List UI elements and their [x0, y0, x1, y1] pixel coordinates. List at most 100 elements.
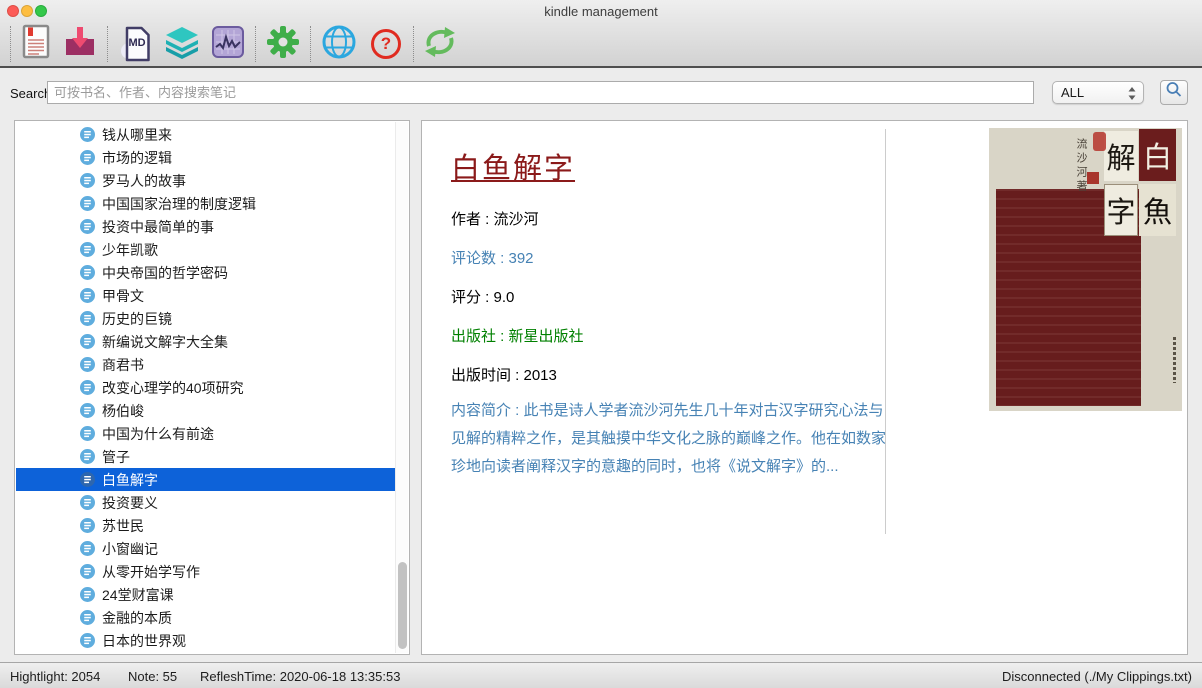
book-list: 钱从哪里来 市场的逻辑 罗马人的故事 [16, 123, 395, 653]
status-connection: Disconnected (./My Clippings.txt) [1002, 669, 1192, 684]
scrollbar-thumb[interactable] [398, 562, 407, 649]
refresh-sync-icon [421, 25, 459, 64]
list-item[interactable]: 中国国家治理的制度逻辑 [16, 192, 395, 215]
field-comments: 评论数 : 392 [451, 247, 534, 268]
help-button[interactable]: ? [366, 24, 406, 64]
list-item-label: 从零开始学写作 [102, 562, 200, 582]
stats-button[interactable] [208, 24, 248, 64]
web-globe-icon [321, 24, 357, 65]
import-button[interactable] [60, 24, 100, 64]
book-document-icon [80, 242, 95, 257]
window-title: kindle management [0, 4, 1202, 19]
settings-button[interactable] [263, 24, 303, 64]
status-bar: Hightlight: 2054 Note: 55 RefleshTime: 2… [0, 662, 1202, 688]
list-item-label: 钱从哪里来 [102, 125, 172, 145]
list-item[interactable]: 新编说文解字大全集 [16, 330, 395, 353]
help-glyph: ? [381, 34, 391, 54]
book-document-icon [80, 449, 95, 464]
book-document-icon [80, 173, 95, 188]
list-item-label: 日本的世界观 [102, 631, 186, 651]
list-item[interactable]: 管子 [16, 445, 395, 468]
list-item[interactable]: 从零开始学写作 [16, 560, 395, 583]
toolbar-separator [10, 26, 11, 62]
cover-publisher-mark [1173, 337, 1176, 383]
book-cover-image: 解 白 字 魚 流沙河著 [989, 128, 1182, 411]
layers-button[interactable] [162, 24, 202, 64]
list-item-label: 甲骨文 [102, 286, 144, 306]
layers-icon [164, 25, 200, 64]
filter-dropdown[interactable]: ALL [1052, 81, 1144, 104]
book-document-icon [80, 127, 95, 142]
list-item[interactable]: 苏世民 [16, 514, 395, 537]
cover-author-signature: 流沙河著 [1073, 138, 1089, 194]
book-detail-panel: 白鱼解字 作者 : 流沙河 评论数 : 392 评分 : 9.0 出版社 : 新… [421, 120, 1188, 655]
cover-char-bai: 白 [1139, 129, 1176, 181]
book-document-icon [80, 265, 95, 280]
book-document-icon [80, 472, 95, 487]
book-document-icon [80, 380, 95, 395]
book-document-icon [80, 196, 95, 211]
list-item-label: 市场的逻辑 [102, 148, 172, 168]
toolbar-separator [107, 26, 108, 62]
list-item[interactable]: 金融的本质 [16, 606, 395, 629]
list-item[interactable]: 改变心理学的40项研究 [16, 376, 395, 399]
list-item-label: 中国为什么有前途 [102, 424, 214, 444]
toolbar-separator [310, 26, 311, 62]
list-item[interactable]: 小窗幽记 [16, 537, 395, 560]
list-item-label: 杨伯峻 [102, 401, 144, 421]
refresh-button[interactable] [420, 24, 460, 64]
list-item-label: 罗马人的故事 [102, 171, 186, 191]
list-item-label: 商君书 [102, 355, 144, 375]
field-pub-date: 出版时间 : 2013 [451, 364, 557, 385]
list-item[interactable]: 少年凯歌 [16, 238, 395, 261]
list-item[interactable]: 甲骨文 [16, 284, 395, 307]
status-highlight-count: Hightlight: 2054 [10, 669, 100, 684]
stats-chart-icon [210, 24, 246, 65]
list-item[interactable]: 投资中最简单的事 [16, 215, 395, 238]
list-item-label: 小窗幽记 [102, 539, 158, 559]
field-author: 作者 : 流沙河 [451, 208, 539, 229]
status-note-count: Note: 55 [128, 669, 177, 684]
list-item[interactable]: 中国为什么有前途 [16, 422, 395, 445]
list-item-label: 苏世民 [102, 516, 144, 536]
list-item-label: 中国国家治理的制度逻辑 [102, 194, 256, 214]
list-item[interactable]: 钱从哪里来 [16, 123, 395, 146]
list-item[interactable]: 市场的逻辑 [16, 146, 395, 169]
list-item[interactable]: 24堂财富课 [16, 583, 395, 606]
list-item[interactable]: 杨伯峻 [16, 399, 395, 422]
list-item[interactable]: 历史的巨镜 [16, 307, 395, 330]
book-list-panel: 钱从哪里来 市场的逻辑 罗马人的故事 [14, 120, 410, 655]
list-item[interactable]: 日本的世界观 [16, 629, 395, 652]
list-item-label: 24堂财富课 [102, 585, 174, 605]
sidebar-scrollbar[interactable] [395, 122, 408, 653]
book-document-icon [80, 150, 95, 165]
import-download-icon [62, 24, 98, 65]
list-item[interactable]: 商君书 [16, 353, 395, 376]
list-item-label: 新编说文解字大全集 [102, 332, 228, 352]
book-document-icon [80, 610, 95, 625]
list-item-label: 投资中最简单的事 [102, 217, 214, 237]
help-icon: ? [371, 29, 401, 59]
book-document-icon [80, 518, 95, 533]
book-document-icon [80, 219, 95, 234]
web-button[interactable] [319, 24, 359, 64]
book-document-icon [80, 288, 95, 303]
book-document-icon [80, 633, 95, 648]
book-document-icon [80, 403, 95, 418]
field-publisher: 出版社 : 新星出版社 [451, 325, 584, 346]
book-document-icon [80, 357, 95, 372]
clippings-button[interactable] [16, 24, 56, 64]
list-item-label: 投资要义 [102, 493, 158, 513]
list-item[interactable]: 白鱼解字 [16, 468, 395, 491]
search-input[interactable] [47, 81, 1034, 104]
book-title-link[interactable]: 白鱼解字 [451, 145, 575, 187]
search-label: Search [10, 86, 51, 101]
markdown-export-button[interactable]: MD [117, 24, 157, 64]
list-item[interactable]: 投资要义 [16, 491, 395, 514]
list-item[interactable]: 罗马人的故事 [16, 169, 395, 192]
markdown-export-icon: MD [120, 25, 154, 63]
titlebar: kindle management [0, 0, 1202, 22]
settings-gear-icon [265, 24, 301, 65]
list-item[interactable]: 中央帝国的哲学密码 [16, 261, 395, 284]
search-button[interactable] [1160, 80, 1188, 105]
